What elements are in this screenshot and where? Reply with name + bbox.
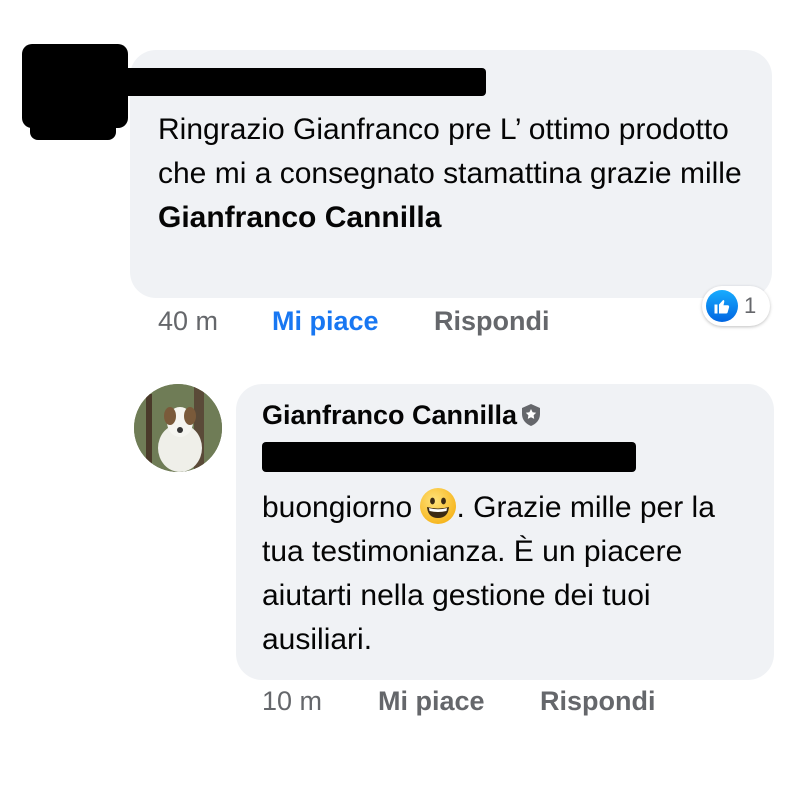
reply-text-start: buongiorno xyxy=(262,491,421,524)
like-button[interactable]: Mi piace xyxy=(272,306,379,337)
reply-time: 10 m xyxy=(262,686,323,716)
comment-time: 40 m xyxy=(158,306,219,336)
redacted-text xyxy=(262,442,636,472)
redacted-avatar-extension xyxy=(30,110,116,140)
reaction-count: 1 xyxy=(744,293,757,318)
reply-author[interactable]: Gianfranco Cannilla xyxy=(262,400,542,431)
reply-text: buongiorno . Grazie mille per la tua tes… xyxy=(262,486,762,662)
reply-reply-button[interactable]: Rispondi xyxy=(540,686,656,717)
reaction-count-badge[interactable]: 1 xyxy=(702,286,770,326)
comment-text: Ringrazio Gianfranco pre L’ ottimo prodo… xyxy=(158,108,748,240)
dog-photo-icon xyxy=(134,384,222,472)
mention-link[interactable]: Gianfranco Cannilla xyxy=(158,201,441,234)
like-icon xyxy=(706,290,738,322)
redacted-author-name xyxy=(108,68,486,96)
author-name[interactable]: Gianfranco Cannilla xyxy=(262,400,517,431)
avatar[interactable] xyxy=(134,384,222,472)
reply-button[interactable]: Rispondi xyxy=(434,306,550,337)
comment-text-plain: Ringrazio Gianfranco pre L’ ottimo prodo… xyxy=(158,113,742,190)
reply-like-button[interactable]: Mi piace xyxy=(378,686,485,717)
grinning-face-icon xyxy=(420,488,457,524)
shield-icon xyxy=(520,403,542,427)
